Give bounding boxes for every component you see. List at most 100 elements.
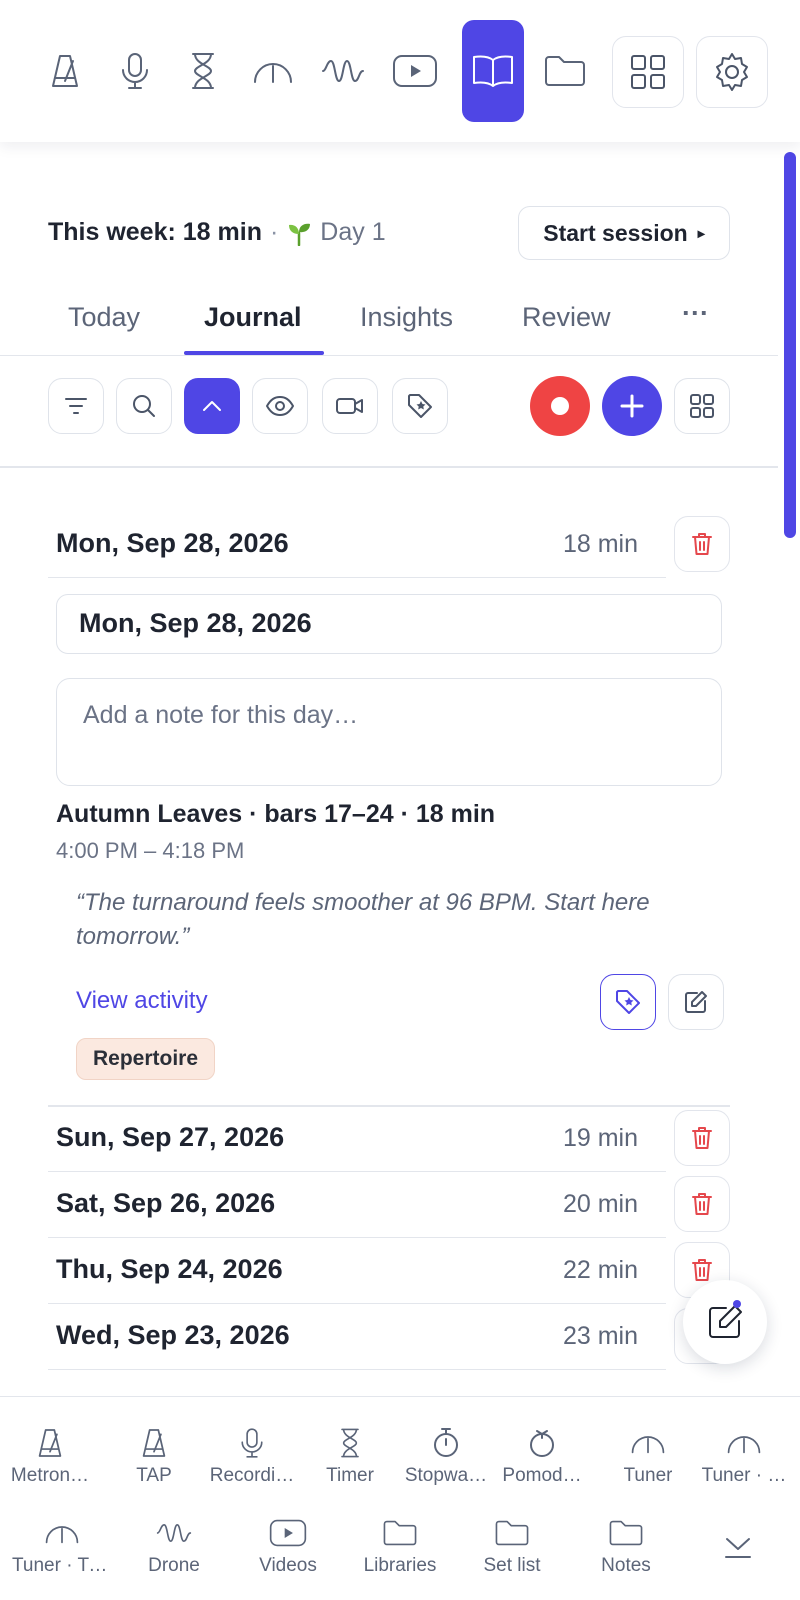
collapse-dock-button[interactable] xyxy=(688,1533,788,1561)
search-icon xyxy=(131,393,157,419)
filter-icon xyxy=(63,395,89,417)
tab-review[interactable]: Review xyxy=(522,302,611,333)
folder-icon xyxy=(382,1517,418,1549)
tomato-timer-icon xyxy=(527,1427,557,1459)
active-tab-indicator xyxy=(184,351,324,355)
journal-day-row[interactable]: Sat, Sep 26, 2026 20 min xyxy=(48,1172,730,1238)
record-icon xyxy=(549,395,571,417)
grid-view-button[interactable] xyxy=(674,378,730,434)
tag-star-icon xyxy=(406,392,434,420)
activity-time: 4:00 PM – 4:18 PM xyxy=(56,838,245,863)
tab-insights[interactable]: Insights xyxy=(360,302,453,333)
add-icon xyxy=(618,392,646,420)
edit-icon xyxy=(684,990,708,1014)
eye-icon xyxy=(265,395,295,417)
journal-day-row[interactable]: Sun, Sep 27, 2026 19 min xyxy=(48,1106,730,1172)
quick-note-fab[interactable] xyxy=(683,1280,767,1364)
dock-item-videos[interactable]: Videos xyxy=(238,1517,338,1577)
streak-day: Day 1 xyxy=(320,218,386,246)
bottom-dock: Metron… TAP Recordi… Timer Stopwa… Pomod… xyxy=(0,1396,800,1600)
week-summary: This week: 18 min · Day 1 xyxy=(48,218,386,246)
microphone-icon xyxy=(239,1427,265,1459)
dock-item-set-list[interactable]: Set list xyxy=(462,1517,562,1577)
collapse-icon xyxy=(200,398,224,414)
microphone-icon[interactable] xyxy=(104,20,166,122)
video-filter-button[interactable] xyxy=(322,378,378,434)
metronome-icon[interactable] xyxy=(34,20,96,122)
tag-star-icon xyxy=(614,988,642,1016)
metronome-icon xyxy=(141,1427,167,1459)
dock-item-metronome[interactable]: Metron… xyxy=(0,1427,100,1487)
dock-item-tuner[interactable]: Tuner xyxy=(598,1427,698,1487)
metronome-icon xyxy=(37,1427,63,1459)
compose-icon xyxy=(706,1303,744,1341)
tuner-gauge-icon xyxy=(726,1427,762,1459)
activity-title: Autumn Leaves · bars 17–24 · 18 min xyxy=(56,800,496,828)
toolbar-divider xyxy=(0,466,778,468)
dock-item-pomodoro[interactable]: Pomod… xyxy=(492,1427,592,1487)
activity-note-quote: “The turnaround feels smoother at 96 BPM… xyxy=(76,889,650,950)
waveform-icon xyxy=(156,1517,192,1549)
tuner-gauge-icon xyxy=(44,1517,80,1549)
notification-dot xyxy=(733,1300,741,1308)
video-play-icon xyxy=(269,1517,307,1549)
day-note-field[interactable]: Add a note for this day… xyxy=(56,678,722,786)
dock-item-tuner-trainer[interactable]: Tuner · Tr… xyxy=(12,1517,112,1577)
scrollbar-thumb[interactable] xyxy=(784,152,796,538)
week-total: This week: 18 min xyxy=(48,218,262,246)
waveform-icon[interactable] xyxy=(312,20,374,122)
delete-day-button[interactable] xyxy=(674,1176,730,1232)
folder-icon xyxy=(608,1517,644,1549)
delete-day-button[interactable] xyxy=(674,516,730,572)
dock-item-recording[interactable]: Recordi… xyxy=(202,1427,302,1487)
dock-item-stopwatch[interactable]: Stopwa… xyxy=(396,1427,496,1487)
dock-item-notes[interactable]: Notes xyxy=(576,1517,676,1577)
dock-item-timer[interactable]: Timer xyxy=(300,1427,400,1487)
dock-item-drone[interactable]: Drone xyxy=(124,1517,224,1577)
add-entry-button[interactable] xyxy=(602,376,662,436)
delete-day-button[interactable] xyxy=(674,1110,730,1166)
visibility-button[interactable] xyxy=(252,378,308,434)
journal-day-row[interactable]: Wed, Sep 23, 2026 23 min xyxy=(48,1304,730,1370)
journal-book-icon[interactable] xyxy=(462,20,524,122)
grid-icon[interactable] xyxy=(612,36,684,108)
journal-day-row[interactable]: Thu, Sep 24, 2026 22 min xyxy=(48,1238,730,1304)
trash-icon xyxy=(691,1125,713,1151)
tag-activity-button[interactable] xyxy=(600,974,656,1030)
tag-filter-button[interactable] xyxy=(392,378,448,434)
date-field[interactable]: Mon, Sep 28, 2026 xyxy=(56,594,722,654)
filter-button[interactable] xyxy=(48,378,104,434)
search-button[interactable] xyxy=(116,378,172,434)
top-toolbar xyxy=(0,0,800,142)
tag-chip[interactable]: Repertoire xyxy=(76,1038,216,1080)
trash-icon xyxy=(691,531,713,557)
stopwatch-icon xyxy=(431,1427,461,1459)
journal-tabs: Today Journal Insights Review ··· xyxy=(0,290,778,356)
record-button[interactable] xyxy=(530,376,590,436)
tuner-gauge-icon xyxy=(630,1427,666,1459)
start-session-button[interactable]: Start session ▸ xyxy=(518,206,730,260)
trash-icon xyxy=(691,1257,713,1283)
trash-icon xyxy=(691,1191,713,1217)
gear-icon[interactable] xyxy=(696,36,768,108)
video-camera-icon xyxy=(335,395,365,417)
dock-item-libraries[interactable]: Libraries xyxy=(350,1517,450,1577)
hourglass-icon[interactable] xyxy=(172,20,234,122)
tab-more[interactable]: ··· xyxy=(682,298,709,329)
collapse-button[interactable] xyxy=(184,378,240,434)
tab-journal[interactable]: Journal xyxy=(204,302,302,333)
chevron-down-icon xyxy=(723,1533,753,1561)
journal-day-row[interactable]: Mon, Sep 28, 2026 18 min xyxy=(48,512,730,578)
folder-icon xyxy=(494,1517,530,1549)
sprout-icon xyxy=(286,220,312,246)
dock-item-tap[interactable]: TAP xyxy=(104,1427,204,1487)
caret-right-icon: ▸ xyxy=(697,224,705,241)
grid-view-icon xyxy=(688,392,716,420)
folder-icon[interactable] xyxy=(534,20,596,122)
view-activity-link[interactable]: View activity xyxy=(76,987,208,1015)
tab-today[interactable]: Today xyxy=(68,302,140,333)
video-play-icon[interactable] xyxy=(384,20,446,122)
edit-activity-button[interactable] xyxy=(668,974,724,1030)
dock-item-tuner-variant[interactable]: Tuner · … xyxy=(694,1427,794,1487)
tuner-gauge-icon[interactable] xyxy=(242,20,304,122)
